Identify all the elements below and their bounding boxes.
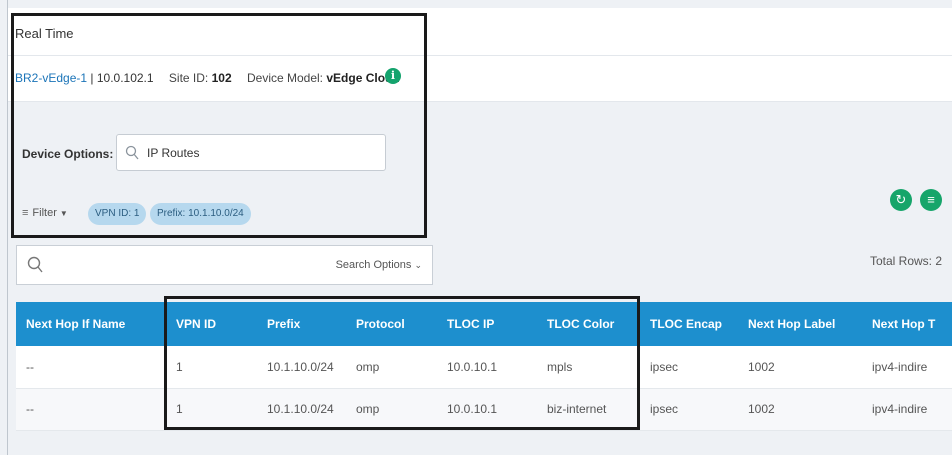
search-input[interactable]: Search Options ⌄	[16, 245, 433, 285]
search-options-button[interactable]: Search Options ⌄	[336, 259, 422, 271]
total-rows: Total Rows: 2	[869, 254, 942, 268]
table-cell: 1002	[738, 346, 862, 389]
chevron-down-icon: ⌄	[414, 260, 422, 270]
table-cell: ipsec	[640, 346, 738, 389]
menu-icon[interactable]: ≡	[920, 189, 942, 211]
table-cell: --	[16, 346, 166, 389]
search-options-label: Search Options	[335, 259, 412, 271]
table-cell: ipsec	[640, 388, 738, 431]
table-cell: ipv4-indire	[862, 346, 952, 389]
table-cell: 1002	[738, 388, 862, 431]
column-header[interactable]: Next Hop Label	[738, 302, 862, 346]
table-cell: ipv4-indire	[862, 388, 952, 431]
highlight-box-table	[164, 296, 640, 430]
table-cell: --	[16, 388, 166, 431]
search-icon	[27, 256, 43, 273]
highlight-box-device	[11, 13, 427, 238]
column-header[interactable]: Next Hop If Name	[16, 302, 166, 346]
refresh-icon[interactable]: ↻	[890, 189, 912, 211]
column-header[interactable]: Next Hop T	[862, 302, 952, 346]
column-header[interactable]: TLOC Encap	[640, 302, 738, 346]
